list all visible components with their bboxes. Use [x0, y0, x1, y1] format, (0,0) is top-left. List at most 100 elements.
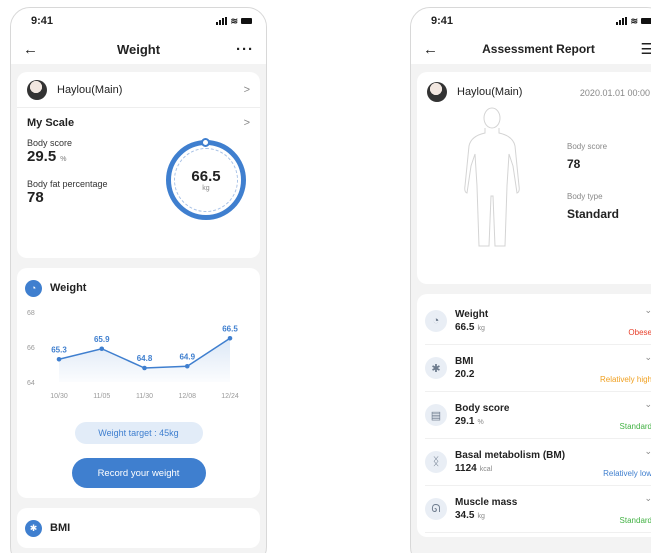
avatar	[427, 82, 447, 102]
data-point	[99, 346, 105, 352]
body-metrics: Body score 29.5% Body fat percentage 78 …	[17, 138, 260, 258]
battery-icon	[241, 18, 252, 24]
person-icon: ✱	[25, 519, 42, 537]
muscle-icon: ᘏ	[425, 498, 447, 520]
metric-name: Muscle mass	[455, 497, 518, 508]
chevron-down-icon[interactable]: ⌄	[644, 305, 651, 316]
body-score-unit: %	[60, 156, 67, 163]
metric-right: ⌄ Standard	[620, 493, 651, 525]
gauge-indicator	[201, 138, 210, 147]
data-point	[184, 363, 190, 369]
body-score-number: 29.5	[27, 148, 57, 165]
metric-name: Basal metabolism (BM)	[455, 450, 566, 461]
gauge-icon: ◔	[425, 310, 447, 332]
x-tick-label: 10/30	[50, 393, 68, 400]
chevron-down-icon[interactable]: ⌄	[644, 399, 651, 410]
body-score-stat: Body score 78	[567, 142, 607, 171]
metric-rows: ◔Weight66.5kg⌄Obese✱BMI20.2⌄Relatively h…	[425, 298, 651, 533]
metric-row[interactable]: ✱ BMI 20.2 ⌄ Relatively high	[425, 345, 651, 392]
metric-status: Obese	[628, 328, 651, 337]
nav-bar: ← Weight ···	[11, 34, 266, 64]
chevron-right-icon: >	[243, 117, 250, 129]
data-label: 65.3	[51, 345, 67, 354]
signal-icon	[216, 17, 228, 25]
metric-row[interactable]: ◔ Weight 66.5kg ⌄ Obese	[425, 298, 651, 345]
page-title: Assessment Report	[482, 42, 595, 56]
metric-unit: kg	[477, 325, 485, 332]
record-weight-button[interactable]: Record your weight	[71, 458, 206, 488]
gauge-icon: ◔	[25, 279, 42, 297]
data-label: 64.8	[137, 354, 153, 363]
bmi-card-title: BMI	[50, 522, 71, 534]
wifi-icon: ≋	[630, 15, 638, 26]
status-bar: 9:41 ≋	[11, 8, 266, 34]
menu-icon[interactable]: ☰	[632, 40, 651, 58]
x-tick-label: 11/30	[136, 393, 153, 400]
body-score-label: Body score	[567, 142, 608, 151]
arrow-left-icon[interactable]: ←	[23, 41, 45, 58]
metric-body: Body score 29.1%	[455, 403, 612, 427]
data-point	[227, 335, 233, 341]
y-tick-label: 64	[27, 380, 35, 387]
metric-row[interactable]: ᘏ Muscle mass 34.5kg ⌄ Standard	[425, 486, 651, 533]
wifi-icon: ≋	[230, 15, 238, 26]
chevron-down-icon[interactable]: ⌄	[644, 493, 651, 504]
metric-right: ⌄ Standard	[620, 399, 651, 431]
scale-icon: ▤	[425, 404, 447, 426]
user-name: Haylou(Main)	[57, 83, 123, 96]
avatar	[27, 79, 47, 100]
data-label: 65.9	[94, 335, 110, 344]
arrow-left-icon[interactable]: ←	[423, 41, 445, 58]
my-scale-row[interactable]: My Scale >	[17, 108, 260, 138]
y-tick-label: 66	[27, 345, 35, 352]
metric-unit: kg	[477, 513, 485, 520]
nav-bar: ← Assessment Report ☰	[411, 34, 651, 64]
report-date: 2020.01.01 00:00	[579, 88, 650, 98]
data-point	[142, 365, 147, 371]
weight-card-header: ◔ Weight	[25, 276, 252, 300]
metric-status: Relatively low	[603, 469, 651, 478]
metric-value: 34.5 kg	[455, 510, 612, 521]
metric-status: Standard	[619, 516, 651, 525]
metric-value: 66.5 kg	[455, 322, 620, 333]
bmi-card-header: ✱ BMI	[25, 516, 252, 540]
metric-unit: %	[477, 419, 484, 426]
bmi-card[interactable]: ✱ BMI	[17, 508, 260, 548]
metric-value: 20.2	[455, 369, 592, 380]
weight-card: ◔ Weight 64 66 68 65.3 10/30 65.9 11/05 64.8 11/…	[17, 268, 260, 498]
metric-name: Body score	[455, 403, 510, 414]
metric-value: 1124 kcal	[455, 463, 595, 474]
metric-right: ⌄ Relatively high	[600, 352, 651, 384]
metric-body: Muscle mass 34.5 kg	[455, 497, 612, 521]
weight-screen: 9:41 ≋ ← Weight ··· Haylou(Main) > My Sc…	[10, 7, 267, 553]
status-bar: 9:41 ≋	[411, 8, 651, 34]
x-tick-label: 12/24	[221, 393, 239, 400]
data-label: 66.5	[222, 324, 238, 333]
chevron-down-icon[interactable]: ⌄	[644, 352, 651, 363]
dna-icon: ᛝ	[425, 451, 447, 473]
body-figure-icon	[464, 107, 520, 247]
chevron-down-icon[interactable]: ⌄	[644, 446, 651, 457]
metric-right: ⌄ Obese	[628, 305, 651, 337]
body-type-stat: Body type Standard	[567, 192, 619, 221]
weight-gauge: 66.5 kg	[166, 138, 246, 220]
metric-status: Standard	[619, 422, 651, 431]
page-title: Weight	[116, 41, 161, 57]
body-score-value: 78	[567, 157, 581, 171]
metric-name: Weight	[455, 309, 489, 320]
metric-body: BMI 20.2	[455, 356, 592, 380]
body-type-label: Body type	[567, 192, 603, 201]
gauge-value: 66.5	[191, 168, 221, 185]
metric-value: 29.1%	[455, 416, 612, 427]
weight-target-pill[interactable]: Weight target : 45kg	[74, 422, 203, 444]
metric-unit: kcal	[479, 466, 493, 473]
metric-number: 34.5	[455, 510, 475, 521]
metric-number: 20.2	[455, 369, 475, 380]
metric-row[interactable]: ▤ Body score 29.1% ⌄ Standard	[425, 392, 651, 439]
status-icons: ≋	[216, 16, 252, 27]
user-row[interactable]: Haylou(Main) >	[17, 72, 260, 108]
y-tick-label: 68	[27, 310, 35, 317]
more-dots-icon[interactable]: ···	[232, 41, 254, 58]
metric-number: 29.1	[455, 416, 475, 427]
metric-row[interactable]: ᛝ Basal metabolism (BM) 1124kcal ⌄ Relativel…	[425, 439, 651, 486]
